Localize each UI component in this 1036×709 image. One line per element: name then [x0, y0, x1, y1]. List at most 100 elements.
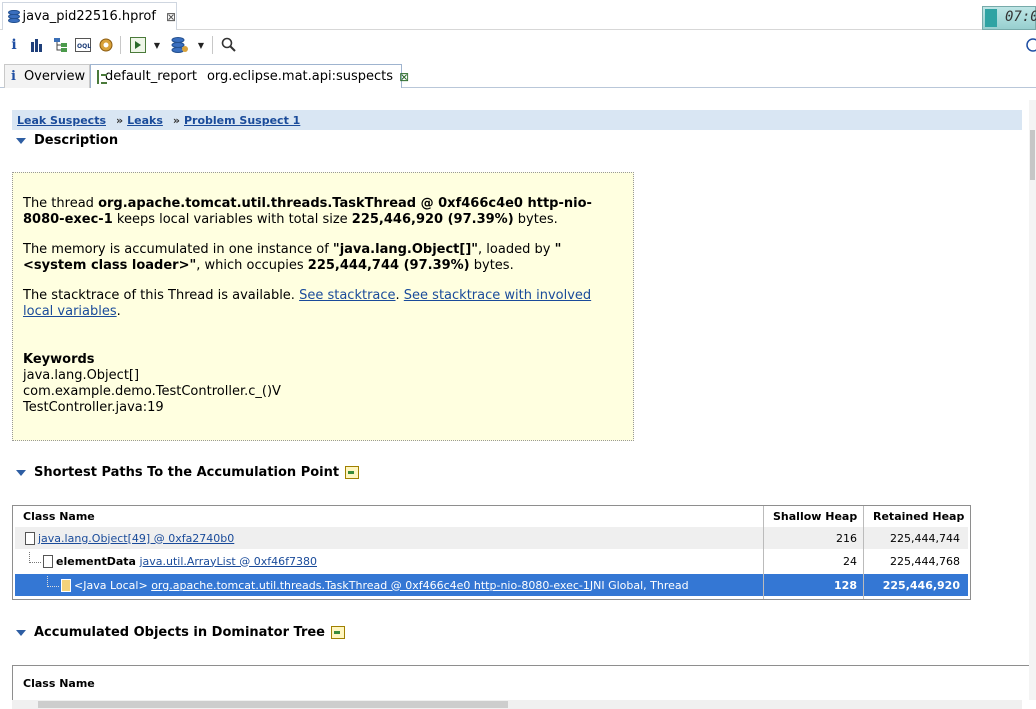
collapse-caret-icon[interactable] [16, 629, 26, 636]
description-box: The thread org.apache.tomcat.util.thread… [12, 172, 634, 441]
search-icon[interactable] [220, 35, 238, 55]
column-header-class-name[interactable]: Class Name [23, 510, 95, 523]
tree-connector [47, 575, 59, 587]
column-header-shallow-heap[interactable]: Shallow Heap [773, 510, 857, 523]
info-icon[interactable]: i [8, 35, 20, 55]
object-link[interactable]: java.lang.Object[49] @ 0xfa2740b0 [38, 532, 234, 545]
report-view-tabs: i Overview default_report org.eclipse.ma… [0, 64, 1036, 88]
see-stacktrace-link[interactable]: See stacktrace [299, 288, 395, 303]
text: The stacktrace of this Thread is availab… [23, 288, 300, 303]
tab-default-report[interactable]: default_report org.eclipse.mat.api:suspe… [90, 64, 409, 88]
dropdown-arrow-icon[interactable]: ▼ [196, 35, 206, 55]
text: , which occupies [196, 258, 308, 273]
text: . [116, 304, 121, 319]
description-paragraph-stacktrace: The stacktrace of this Thread is availab… [23, 288, 623, 320]
tab-overview-label: Overview [23, 69, 86, 84]
toolbar-separator [212, 36, 213, 54]
table-row-selected[interactable]: <Java Local> org.apache.tomcat.util.thre… [15, 574, 968, 596]
description-heading: Description [34, 133, 119, 148]
thread-object-icon [61, 578, 71, 592]
field-name: elementData [56, 554, 136, 568]
svg-text:OQL: OQL [77, 43, 91, 50]
text: , loaded by [478, 242, 555, 257]
class-name-cell: <Java Local> org.apache.tomcat.util.thre… [47, 574, 767, 596]
description-section-header[interactable]: Description [16, 133, 118, 148]
paths-table: Class Name Shallow Heap Retained Heap ja… [12, 505, 971, 600]
shallow-heap-cell: 24 [843, 554, 857, 568]
tree-connector [29, 551, 41, 563]
tab-overview[interactable]: i Overview [4, 64, 90, 88]
vertical-scrollbar[interactable] [1029, 100, 1036, 700]
close-icon[interactable]: ⊠ [399, 70, 409, 84]
dominator-section-header[interactable]: Accumulated Objects in Dominator Tree [16, 625, 345, 640]
array-object-icon [25, 531, 35, 545]
text: keeps local variables with total size [112, 212, 352, 227]
description-paragraph-memory: The memory is accumulated in one instanc… [23, 242, 623, 274]
object-link[interactable]: org.apache.tomcat.util.threads.TaskThrea… [151, 579, 590, 592]
breadcrumb-leaks[interactable]: Leaks [127, 114, 163, 127]
keywords-title: Keywords [23, 352, 95, 367]
keyword-item: TestController.java:19 [23, 400, 164, 415]
breadcrumb-separator: » [172, 113, 180, 127]
keyword-item: java.lang.Object[] [23, 368, 140, 383]
class-name-cell: java.lang.Object[49] @ 0xfa2740b0 [25, 527, 765, 549]
horizontal-scrollbar-thumb[interactable] [38, 701, 508, 708]
gc-root-label: <Java Local> [74, 578, 148, 592]
column-divider [763, 506, 764, 599]
editor-tab-label: java_pid22516.hprof [22, 9, 156, 24]
occupied-size: 225,444,744 (97.39%) [307, 258, 470, 273]
toolbar-separator [120, 36, 121, 54]
histogram-icon[interactable] [28, 35, 46, 55]
text: bytes. [513, 212, 558, 227]
clock-widget: 07:0 [982, 6, 1036, 30]
thread-overview-icon[interactable] [97, 35, 115, 55]
shallow-heap-cell: 216 [836, 531, 857, 545]
export-icon[interactable] [345, 466, 360, 479]
retained-heap-cell: 225,444,768 [890, 554, 960, 568]
collapse-caret-icon[interactable] [16, 469, 26, 476]
editor-tab-heap-dump[interactable]: java_pid22516.hprof ⊠ [2, 2, 177, 30]
info-icon: i [11, 69, 16, 84]
vertical-scrollbar-thumb[interactable] [1030, 130, 1035, 180]
breadcrumb-problem-suspect-1[interactable]: Problem Suspect 1 [184, 114, 300, 127]
text: . [395, 288, 404, 303]
heap-dump-icon[interactable] [170, 35, 190, 55]
column-header-class-name[interactable]: Class Name [23, 677, 95, 690]
object-icon [43, 554, 53, 568]
class-name-cell: elementData java.util.ArrayList @ 0xf46f… [29, 550, 769, 572]
help-icon[interactable] [1026, 35, 1036, 55]
gc-root-types: JNI Global, Thread [589, 578, 689, 592]
heap-dump-icon [7, 9, 20, 25]
dominator-heading: Accumulated Objects in Dominator Tree [34, 625, 325, 640]
export-icon[interactable] [331, 626, 345, 639]
retained-heap-cell: 225,446,920 [882, 578, 960, 592]
close-icon[interactable]: ⊠ [166, 10, 176, 24]
object-link[interactable]: java.util.ArrayList @ 0xf46f7380 [139, 555, 317, 568]
toolbar: i OQL ▼ ▼ [0, 30, 1036, 60]
retained-heap-cell: 225,444,744 [890, 531, 960, 545]
text: The memory is accumulated in one instanc… [23, 242, 333, 257]
editor-tab-bar: java_pid22516.hprof ⊠ 07:0 [0, 0, 1036, 30]
breadcrumb: Leak Suspects » Leaks » Problem Suspect … [12, 110, 1022, 130]
accumulated-class: "java.lang.Object[]" [332, 242, 479, 257]
breadcrumb-leak-suspects[interactable]: Leak Suspects [17, 114, 106, 127]
oql-icon[interactable]: OQL [74, 35, 92, 55]
table-row[interactable]: java.lang.Object[49] @ 0xfa2740b0 216 22… [15, 527, 968, 549]
text: The thread [23, 196, 99, 211]
description-paragraph-thread: The thread org.apache.tomcat.util.thread… [23, 196, 623, 228]
column-divider [863, 506, 864, 599]
paths-section-header[interactable]: Shortest Paths To the Accumulation Point [16, 465, 360, 480]
paths-heading: Shortest Paths To the Accumulation Point [34, 465, 340, 480]
shallow-heap-cell: 128 [834, 578, 857, 592]
collapse-caret-icon[interactable] [16, 137, 26, 144]
tab-report-class: org.eclipse.mat.api:suspects [206, 69, 394, 84]
report-icon [97, 69, 107, 84]
tab-report-label: default_report [105, 69, 197, 84]
dominator-tree-icon[interactable] [52, 35, 70, 55]
horizontal-scrollbar[interactable] [12, 700, 1022, 709]
keyword-item: com.example.demo.TestController.c_()V [23, 384, 281, 399]
run-report-icon[interactable] [128, 35, 148, 55]
column-header-retained-heap[interactable]: Retained Heap [873, 510, 964, 523]
dropdown-arrow-icon[interactable]: ▼ [152, 35, 162, 55]
table-row[interactable]: elementData java.util.ArrayList @ 0xf46f… [15, 550, 968, 572]
